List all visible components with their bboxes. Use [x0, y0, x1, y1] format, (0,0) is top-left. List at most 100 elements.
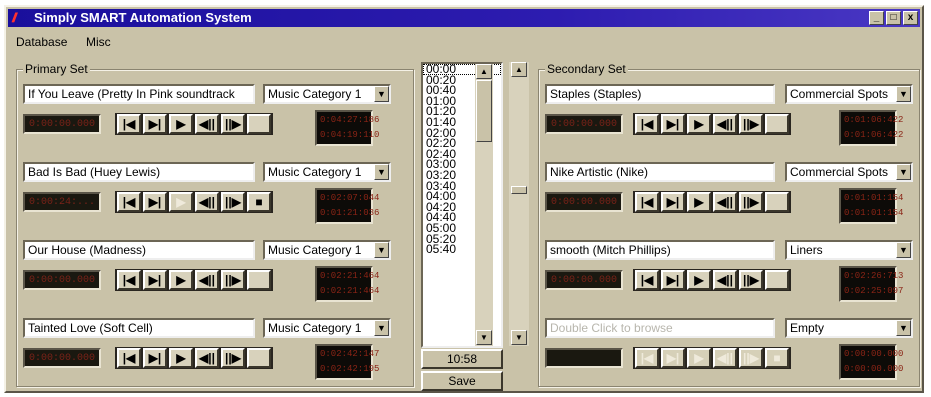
category-dropdown[interactable]: Commercial Spots ▼ — [785, 84, 913, 104]
maximize-button[interactable]: □ — [886, 11, 901, 25]
play-icon[interactable]: ▶ — [169, 192, 193, 212]
stop-icon[interactable]: ■ — [247, 270, 271, 290]
track-title-field[interactable]: Bad Is Bad (Huey Lewis) — [23, 162, 255, 182]
time-remaining-display: 0:00:00.000 0:00:00.000 — [839, 344, 903, 380]
track-title-field[interactable]: Our House (Madness) — [23, 240, 255, 260]
play-icon[interactable]: ▶ — [169, 348, 193, 368]
skip-to-start-icon[interactable]: |◀ — [117, 270, 141, 290]
stop-icon[interactable]: ■ — [247, 348, 271, 368]
time-list-scroll-thumb[interactable] — [476, 80, 492, 142]
fast-forward-icon[interactable]: ||▶ — [221, 192, 245, 212]
play-icon[interactable]: ▶ — [687, 192, 711, 212]
stop-icon[interactable]: ■ — [765, 270, 789, 290]
rewind-icon[interactable]: ◀|| — [195, 348, 219, 368]
menu-database[interactable]: Database — [16, 35, 67, 49]
track-title-field[interactable]: Double Click to browse — [545, 318, 775, 338]
category-dropdown[interactable]: Music Category 1 ▼ — [263, 162, 391, 182]
time-remaining-line: 0:02:42:147 — [320, 349, 380, 359]
track-title-field[interactable]: smooth (Mitch Phillips) — [545, 240, 775, 260]
skip-to-start-icon[interactable]: |◀ — [635, 348, 659, 368]
track-title-field[interactable]: Nike Artistic (Nike) — [545, 162, 775, 182]
chevron-down-icon[interactable]: ▼ — [374, 86, 389, 102]
category-dropdown[interactable]: Music Category 1 ▼ — [263, 318, 391, 338]
fast-forward-icon[interactable]: ||▶ — [221, 114, 245, 134]
rewind-icon[interactable]: ◀|| — [195, 270, 219, 290]
track-title-field[interactable]: Staples (Staples) — [545, 84, 775, 104]
menu-misc[interactable]: Misc — [86, 35, 111, 49]
stop-icon[interactable]: ■ — [765, 192, 789, 212]
minimize-button[interactable]: _ — [869, 11, 884, 25]
app-logo-icon: /// — [12, 10, 17, 25]
elapsed-timer: 0:00:00.000 — [23, 270, 101, 290]
chevron-down-icon[interactable]: ▼ — [896, 320, 911, 336]
fast-forward-icon[interactable]: ||▶ — [739, 348, 763, 368]
fast-forward-icon[interactable]: ||▶ — [739, 270, 763, 290]
rewind-icon[interactable]: ◀|| — [713, 348, 737, 368]
skip-to-end-icon[interactable]: ▶| — [143, 114, 167, 134]
scroll-up-icon[interactable]: ▲ — [476, 64, 492, 79]
rewind-icon[interactable]: ◀|| — [713, 192, 737, 212]
fast-forward-icon[interactable]: ||▶ — [739, 114, 763, 134]
chevron-down-icon[interactable]: ▼ — [374, 164, 389, 180]
stop-icon[interactable]: ■ — [247, 114, 271, 134]
skip-to-start-icon[interactable]: |◀ — [635, 114, 659, 134]
chevron-down-icon[interactable]: ▼ — [896, 86, 911, 102]
track-title-field[interactable]: If You Leave (Pretty In Pink soundtrack — [23, 84, 255, 104]
time-remaining-line: 0:04:27:186 — [320, 115, 380, 125]
position-scroll-thumb[interactable] — [511, 186, 527, 194]
stop-icon[interactable]: ■ — [765, 114, 789, 134]
rewind-icon[interactable]: ◀|| — [713, 270, 737, 290]
skip-to-end-icon[interactable]: ▶| — [661, 348, 685, 368]
transport-controls: |◀▶|▶◀||||▶■ — [633, 191, 791, 213]
position-scroll-down-icon[interactable]: ▼ — [511, 330, 527, 345]
time-list-scrollbar[interactable]: ▲ ▼ — [475, 64, 493, 346]
category-dropdown[interactable]: Commercial Spots ▼ — [785, 162, 913, 182]
skip-to-end-icon[interactable]: ▶| — [143, 192, 167, 212]
chevron-down-icon[interactable]: ▼ — [896, 164, 911, 180]
menu-misc-label: Misc — [86, 35, 111, 49]
category-value: Commercial Spots — [790, 87, 889, 101]
skip-to-start-icon[interactable]: |◀ — [117, 348, 141, 368]
close-button[interactable]: x — [903, 11, 918, 25]
skip-to-start-icon[interactable]: |◀ — [117, 192, 141, 212]
skip-to-start-icon[interactable]: |◀ — [635, 192, 659, 212]
save-button[interactable]: Save — [421, 371, 503, 391]
skip-to-end-icon[interactable]: ▶| — [661, 114, 685, 134]
stop-icon[interactable]: ■ — [247, 192, 271, 212]
play-icon[interactable]: ▶ — [687, 348, 711, 368]
transport-controls: |◀▶|▶◀||||▶■ — [633, 269, 791, 291]
secondary-set-label: Secondary Set — [545, 62, 628, 76]
category-dropdown[interactable]: Music Category 1 ▼ — [263, 240, 391, 260]
play-icon[interactable]: ▶ — [687, 114, 711, 134]
category-dropdown[interactable]: Liners ▼ — [785, 240, 913, 260]
fast-forward-icon[interactable]: ||▶ — [221, 348, 245, 368]
title-bar[interactable]: /// Simply SMART Automation System _ □ x — [8, 9, 920, 27]
skip-to-start-icon[interactable]: |◀ — [635, 270, 659, 290]
chevron-down-icon[interactable]: ▼ — [896, 242, 911, 258]
elapsed-timer: 0:00:00.000 — [23, 114, 101, 134]
category-dropdown[interactable]: Music Category 1 ▼ — [263, 84, 391, 104]
rewind-icon[interactable]: ◀|| — [713, 114, 737, 134]
position-scrollbar[interactable]: ▲ ▼ — [509, 62, 529, 346]
play-icon[interactable]: ▶ — [169, 114, 193, 134]
play-icon[interactable]: ▶ — [169, 270, 193, 290]
skip-to-end-icon[interactable]: ▶| — [143, 348, 167, 368]
chevron-down-icon[interactable]: ▼ — [374, 320, 389, 336]
scroll-down-icon[interactable]: ▼ — [476, 330, 492, 345]
rewind-icon[interactable]: ◀|| — [195, 192, 219, 212]
fast-forward-icon[interactable]: ||▶ — [739, 192, 763, 212]
skip-to-start-icon[interactable]: |◀ — [117, 114, 141, 134]
stop-icon[interactable]: ■ — [765, 348, 789, 368]
play-icon[interactable]: ▶ — [687, 270, 711, 290]
chevron-down-icon[interactable]: ▼ — [374, 242, 389, 258]
skip-to-end-icon[interactable]: ▶| — [143, 270, 167, 290]
transport-controls: |◀▶|▶◀||||▶■ — [115, 191, 273, 213]
category-dropdown[interactable]: Empty ▼ — [785, 318, 913, 338]
rewind-icon[interactable]: ◀|| — [195, 114, 219, 134]
window-title: Simply SMART Automation System — [34, 10, 252, 25]
skip-to-end-icon[interactable]: ▶| — [661, 192, 685, 212]
track-title-field[interactable]: Tainted Love (Soft Cell) — [23, 318, 255, 338]
fast-forward-icon[interactable]: ||▶ — [221, 270, 245, 290]
position-scroll-up-icon[interactable]: ▲ — [511, 62, 527, 77]
skip-to-end-icon[interactable]: ▶| — [661, 270, 685, 290]
